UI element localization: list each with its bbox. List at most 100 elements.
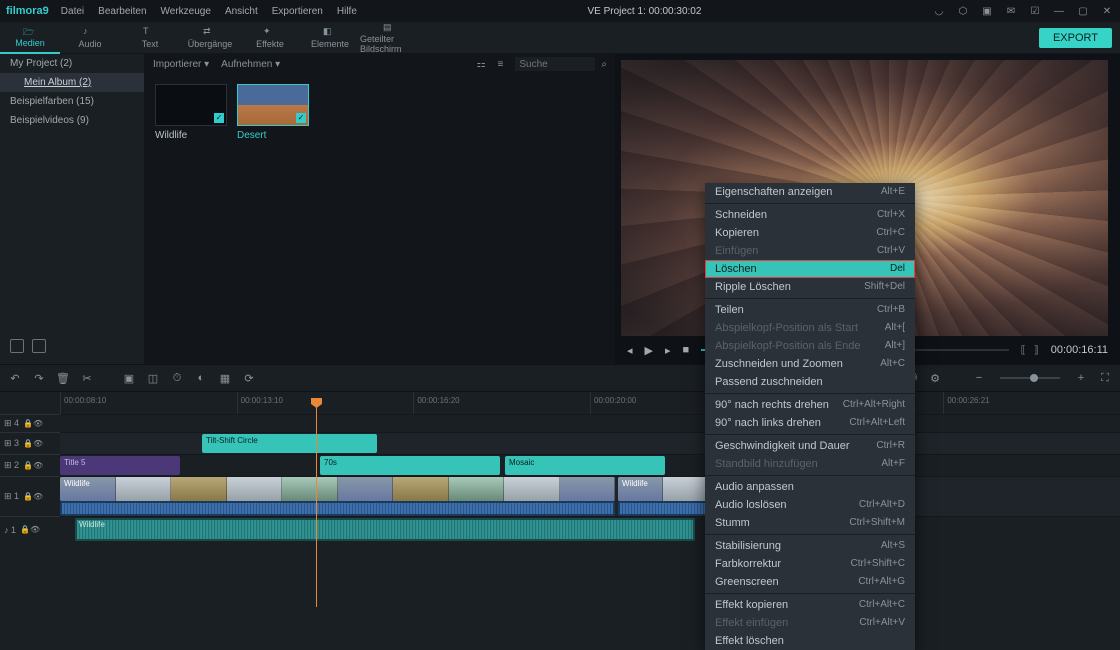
- ctx-item[interactable]: Zuschneiden und ZoomenAlt+C: [705, 355, 915, 373]
- prev-button[interactable]: ◂: [627, 344, 633, 357]
- project-sidebar: My Project (2) Mein Album (2) Beispielfa…: [0, 54, 145, 364]
- clip-fx[interactable]: Mosaic: [505, 456, 665, 475]
- minimize-icon[interactable]: —: [1052, 6, 1066, 17]
- sidebar-item-myalbum[interactable]: Mein Album (2): [0, 73, 144, 92]
- preview-timecode: 00:00:16:11: [1051, 344, 1108, 356]
- render-icon[interactable]: ⟳: [242, 371, 256, 385]
- ctx-item[interactable]: StummCtrl+Shift+M: [705, 514, 915, 532]
- ctx-item[interactable]: LöschenDel: [705, 260, 915, 278]
- mark-in-icon[interactable]: ⟦: [1021, 345, 1026, 356]
- ctx-item[interactable]: Passend zuschneiden: [705, 373, 915, 391]
- timeline-tracks[interactable]: 00:00:08:10 00:00:13:10 00:00:16:20 00:0…: [60, 392, 1120, 607]
- search-input[interactable]: [515, 57, 595, 71]
- ctx-item[interactable]: Effekt kopierenCtrl+Alt+C: [705, 596, 915, 614]
- delete-icon[interactable]: 🗑: [56, 371, 70, 385]
- ctx-item[interactable]: Geschwindigkeit und DauerCtrl+R: [705, 437, 915, 455]
- ctx-item[interactable]: 90° nach rechts drehenCtrl+Alt+Right: [705, 396, 915, 414]
- tab-transitions[interactable]: ⇄Übergänge: [180, 22, 240, 54]
- tab-audio[interactable]: ♪Audio: [60, 22, 120, 54]
- mark-out-icon[interactable]: ⟧: [1034, 345, 1039, 356]
- menu-export[interactable]: Exportieren: [272, 6, 323, 17]
- context-menu: Eigenschaften anzeigenAlt+E SchneidenCtrl…: [705, 183, 915, 650]
- ctx-item[interactable]: Ripple LöschenShift+Del: [705, 278, 915, 296]
- next-button[interactable]: ▸: [665, 344, 671, 357]
- ctx-item[interactable]: 90° nach links drehenCtrl+Alt+Left: [705, 414, 915, 432]
- clip-video[interactable]: Wildlife: [60, 477, 615, 501]
- main-menu: Datei Bearbeiten Werkzeuge Ansicht Expor…: [61, 6, 357, 17]
- tab-text[interactable]: TText: [120, 22, 180, 54]
- menu-view[interactable]: Ansicht: [225, 6, 258, 17]
- export-button[interactable]: EXPORT: [1039, 28, 1112, 48]
- clip-audio[interactable]: Wildlife: [75, 518, 695, 541]
- menu-tools[interactable]: Werkzeuge: [161, 6, 211, 17]
- ctx-item[interactable]: Audio loslösenCtrl+Alt+D: [705, 496, 915, 514]
- track-label-t3[interactable]: ⊞ 3🔒👁: [0, 432, 60, 454]
- tab-media[interactable]: 🗁Medien: [0, 22, 60, 54]
- media-thumb-desert[interactable]: ✓: [237, 84, 309, 126]
- ctx-item[interactable]: Effekt löschen: [705, 632, 915, 650]
- ctx-item[interactable]: Eigenschaften anzeigenAlt+E: [705, 183, 915, 201]
- tab-splitscreen[interactable]: ▤Geteilter Bildschirm: [360, 22, 420, 54]
- clip-title[interactable]: Title 5: [60, 456, 180, 475]
- undo-icon[interactable]: ↶: [8, 371, 22, 385]
- sidebar-item-videos[interactable]: Beispielvideos (9): [0, 111, 144, 130]
- playhead[interactable]: [316, 404, 317, 607]
- cart-icon[interactable]: ⬡: [956, 6, 970, 17]
- menu-edit[interactable]: Bearbeiten: [98, 6, 146, 17]
- ctx-item[interactable]: KopierenCtrl+C: [705, 224, 915, 242]
- cut-icon[interactable]: ✂: [80, 371, 94, 385]
- record-dropdown[interactable]: Aufnehmen ▾: [221, 59, 280, 70]
- zoom-fit-icon[interactable]: ⛶: [1098, 371, 1112, 385]
- color-icon[interactable]: ◐: [194, 371, 208, 385]
- close-icon[interactable]: ✕: [1100, 6, 1114, 17]
- ctx-item: Abspielkopf-Position als StartAlt+[: [705, 319, 915, 337]
- crop-icon[interactable]: ◫: [146, 371, 160, 385]
- timeline-ruler[interactable]: 00:00:08:10 00:00:13:10 00:00:16:20 00:0…: [60, 392, 1120, 414]
- redo-icon[interactable]: ↷: [32, 371, 46, 385]
- sidebar-item-myproject[interactable]: My Project (2): [0, 54, 144, 73]
- track-label-a1[interactable]: ♪ 1🔒👁: [0, 516, 60, 542]
- media-thumb-wildlife[interactable]: ✓: [155, 84, 227, 126]
- play-button[interactable]: ▶: [645, 344, 653, 357]
- track-label-t4[interactable]: ⊞ 4🔒👁: [0, 414, 60, 432]
- ctx-item[interactable]: SchneidenCtrl+X: [705, 206, 915, 224]
- search-icon[interactable]: ⌕: [601, 59, 607, 70]
- filter-icon[interactable]: ⚏: [477, 59, 486, 70]
- new-folder-icon[interactable]: [10, 339, 24, 353]
- menu-file[interactable]: Datei: [61, 6, 84, 17]
- menu-help[interactable]: Hilfe: [337, 6, 357, 17]
- clip-fx[interactable]: Tilt-Shift Circle: [202, 434, 377, 453]
- user-icon[interactable]: ◡: [932, 6, 946, 17]
- ctx-item[interactable]: TeilenCtrl+B: [705, 301, 915, 319]
- stop-button[interactable]: ■: [683, 344, 690, 356]
- maximize-icon[interactable]: ▢: [1076, 6, 1090, 17]
- importer-dropdown[interactable]: Importierer ▾: [153, 59, 209, 70]
- zoom-out-icon[interactable]: −: [972, 371, 986, 385]
- window-title: VE Project 1: 00:00:30:02: [357, 6, 932, 17]
- track-label-t1[interactable]: ⊞ 1🔒👁: [0, 476, 60, 516]
- check-icon[interactable]: ☑: [1028, 6, 1042, 17]
- ctx-item[interactable]: GreenscreenCtrl+Alt+G: [705, 573, 915, 591]
- clip-attached-audio[interactable]: [60, 501, 615, 516]
- msg-icon[interactable]: ✉: [1004, 6, 1018, 17]
- ctx-item: Standbild hinzufügenAlt+F: [705, 455, 915, 473]
- greenscreen-icon[interactable]: ▦: [218, 371, 232, 385]
- media-panel: Importierer ▾ Aufnehmen ▾ ⚏ ≡ ⌕ ✓ Wildli…: [145, 54, 615, 364]
- sort-icon[interactable]: ≡: [498, 59, 504, 70]
- sidebar-item-colors[interactable]: Beispielfarben (15): [0, 92, 144, 111]
- ctx-item[interactable]: Audio anpassen: [705, 478, 915, 496]
- tab-elements[interactable]: ◧Elemente: [300, 22, 360, 54]
- ctx-item[interactable]: FarbkorrekturCtrl+Shift+C: [705, 555, 915, 573]
- clip-fx[interactable]: 70s: [320, 456, 500, 475]
- zoom-in-icon[interactable]: +: [1074, 371, 1088, 385]
- track-label-t2[interactable]: ⊞ 2🔒👁: [0, 454, 60, 476]
- ctx-item: Abspielkopf-Position als EndeAlt+]: [705, 337, 915, 355]
- new-bin-icon[interactable]: [32, 339, 46, 353]
- edit-icon[interactable]: ▣: [122, 371, 136, 385]
- tab-effects[interactable]: ✦Effekte: [240, 22, 300, 54]
- ctx-item[interactable]: StabilisierungAlt+S: [705, 537, 915, 555]
- settings-icon[interactable]: ⚙: [928, 371, 942, 385]
- zoom-slider[interactable]: [1000, 377, 1060, 379]
- notify-icon[interactable]: ▣: [980, 6, 994, 17]
- speed-icon[interactable]: ⏱: [170, 371, 184, 385]
